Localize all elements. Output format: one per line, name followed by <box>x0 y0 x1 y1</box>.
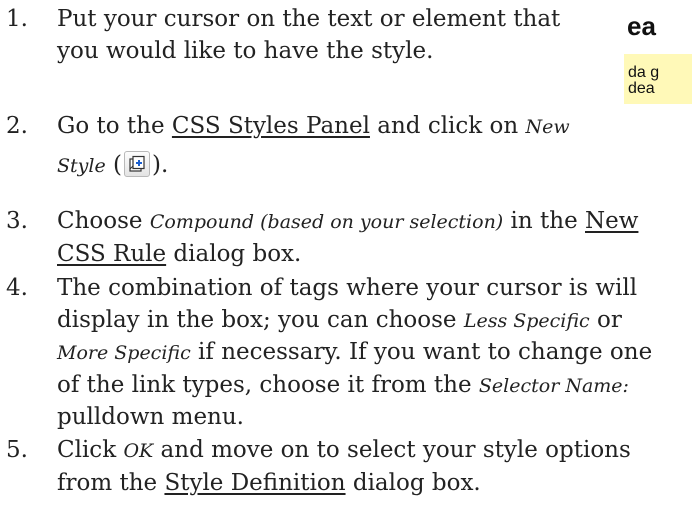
step-text: Choose Compound (based on your selection… <box>57 206 689 270</box>
step-text-segment: Go to the <box>57 113 172 139</box>
step-text-segment: dialog box. <box>166 240 302 267</box>
css-styles-panel-link[interactable]: CSS Styles Panel <box>172 113 370 139</box>
step-number: 3. <box>6 208 28 234</box>
step-text-line: Put your cursor on the text or element t… <box>57 6 561 32</box>
step-number: 4. <box>6 275 28 301</box>
style-definition-link[interactable]: Style Definition <box>164 470 345 496</box>
step-text: Go to the CSS Styles Panel and click on … <box>57 111 647 182</box>
step-text-segment: Click <box>57 437 124 463</box>
step-text-line: you would like to have the style. <box>57 37 434 64</box>
step-text-segment: display in the box; you can choose <box>57 306 464 333</box>
new-style-label: Style <box>57 154 106 177</box>
step-text-segment: and click on <box>369 113 526 139</box>
snippet-heading: ea <box>627 11 656 41</box>
step-text-segment: in the <box>503 208 585 234</box>
step-text-segment: or <box>589 306 622 333</box>
ok-label: OK <box>123 440 154 462</box>
new-css-rule-icon[interactable] <box>124 150 151 177</box>
new-style-label: New <box>525 116 570 138</box>
step-number: 2. <box>6 113 28 139</box>
compound-option-label: Compound (based on your selection) <box>149 211 504 233</box>
design-view-snippet: ea da g dea <box>624 0 692 130</box>
step-number: 1. <box>6 6 28 32</box>
more-specific-label: More Specific <box>57 342 191 364</box>
step-text-segment: Choose <box>57 208 150 234</box>
new-css-rule-link[interactable]: New <box>585 208 638 234</box>
step-text-segment: ). <box>152 151 169 178</box>
step-text-segment: if necessary. If you want to change one <box>190 339 653 365</box>
new-css-rule-link[interactable]: CSS Rule <box>57 241 166 267</box>
less-specific-label: Less Specific <box>463 309 590 332</box>
step-text-line: pulldown menu. <box>57 404 244 430</box>
step-text-segment: and move on to select your style options <box>153 437 631 463</box>
step-text-segment: ( <box>105 151 123 178</box>
step-text: The combination of tags where your curso… <box>57 273 689 434</box>
step-text-segment: dialog box. <box>345 469 481 496</box>
step-text-line: The combination of tags where your curso… <box>57 275 638 301</box>
instruction-list: 1. Put your cursor on the text or elemen… <box>0 0 692 510</box>
step-text-segment: from the <box>57 469 165 496</box>
selector-name-label: Selector Name: <box>478 374 629 397</box>
step-text-segment: of the link types, choose it from the <box>57 371 479 398</box>
step-text: Click OK and move on to select your styl… <box>57 435 689 499</box>
snippet-text-line: dea <box>628 80 655 97</box>
step-text: Put your cursor on the text or element t… <box>57 4 617 67</box>
step-number: 5. <box>6 437 28 463</box>
